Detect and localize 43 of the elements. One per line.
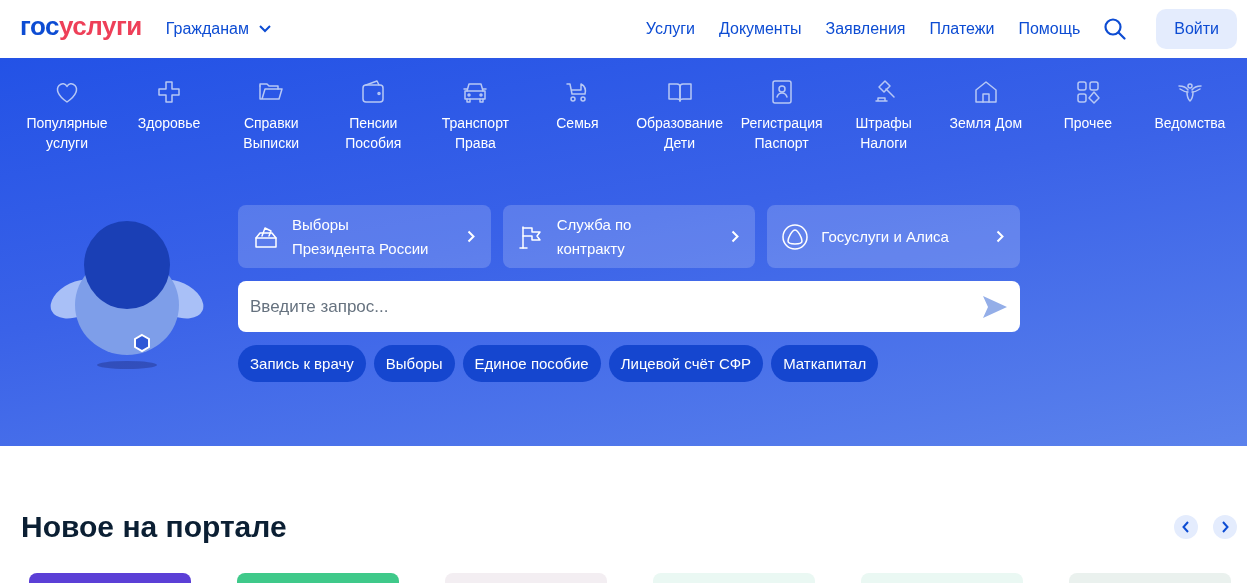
promo-card[interactable]: Госуслуги и Алиса [767,205,1020,268]
news-card[interactable] [29,573,191,583]
nav-link[interactable]: Услуги [645,20,695,38]
news-card[interactable] [237,573,399,583]
category-link[interactable]: Популярные услуги [16,78,119,153]
nav-link[interactable]: Платежи [929,20,995,38]
chevron-right-icon [731,230,740,243]
category-link[interactable]: Здоровье [118,78,221,153]
category-link[interactable]: Пенсии Пособия [322,78,425,153]
assistant-icon [781,222,810,251]
promo-card[interactable]: Выборы Президента России [238,205,491,268]
chevron-right-icon [1221,521,1229,533]
search-field[interactable]: Введите запрос... [238,281,1020,332]
category-link[interactable]: Земля Дом [934,78,1037,153]
category-link[interactable]: Штрафы Налоги [832,78,935,153]
chevron-left-icon [1182,521,1190,533]
quick-link-chip[interactable]: Выборы [373,345,455,382]
quick-link-chip[interactable]: Маткапитал [771,345,879,382]
send-icon[interactable] [982,295,1008,319]
previous-button[interactable] [1174,515,1198,539]
audience-dropdown[interactable]: Гражданам [165,20,271,38]
login-button[interactable]: Войти [1156,9,1237,49]
category-link[interactable]: Прочее [1036,78,1139,153]
quick-link-chip[interactable]: Лицевой счёт СФР [608,345,764,382]
category-link[interactable]: Транспорт Права [424,78,527,153]
quick-link-chip[interactable]: Единое пособие [462,345,601,382]
chevron-down-icon [258,25,271,33]
next-button[interactable] [1213,515,1237,539]
quick-link-chip[interactable]: Запись к врачу [238,345,366,382]
category-link[interactable]: Семья [526,78,629,153]
category-link[interactable]: Образование Дети [628,78,731,153]
search-icon[interactable] [1104,18,1127,40]
category-link[interactable]: Регистрация Паспорт [730,78,833,153]
category-link[interactable]: Справки Выписки [220,78,323,153]
nav-link[interactable]: Документы [719,20,802,38]
category-link[interactable]: Ведомства [1138,78,1241,153]
section-title: Новое на портале [21,510,288,544]
logo[interactable]: госуслуги [20,10,142,42]
nav-link[interactable]: Помощь [1018,20,1081,38]
chevron-right-icon [996,230,1004,243]
nav-link[interactable]: Заявления [825,20,906,38]
promo-card[interactable]: Служба по контракту [502,205,756,268]
chevron-right-icon [466,230,475,243]
